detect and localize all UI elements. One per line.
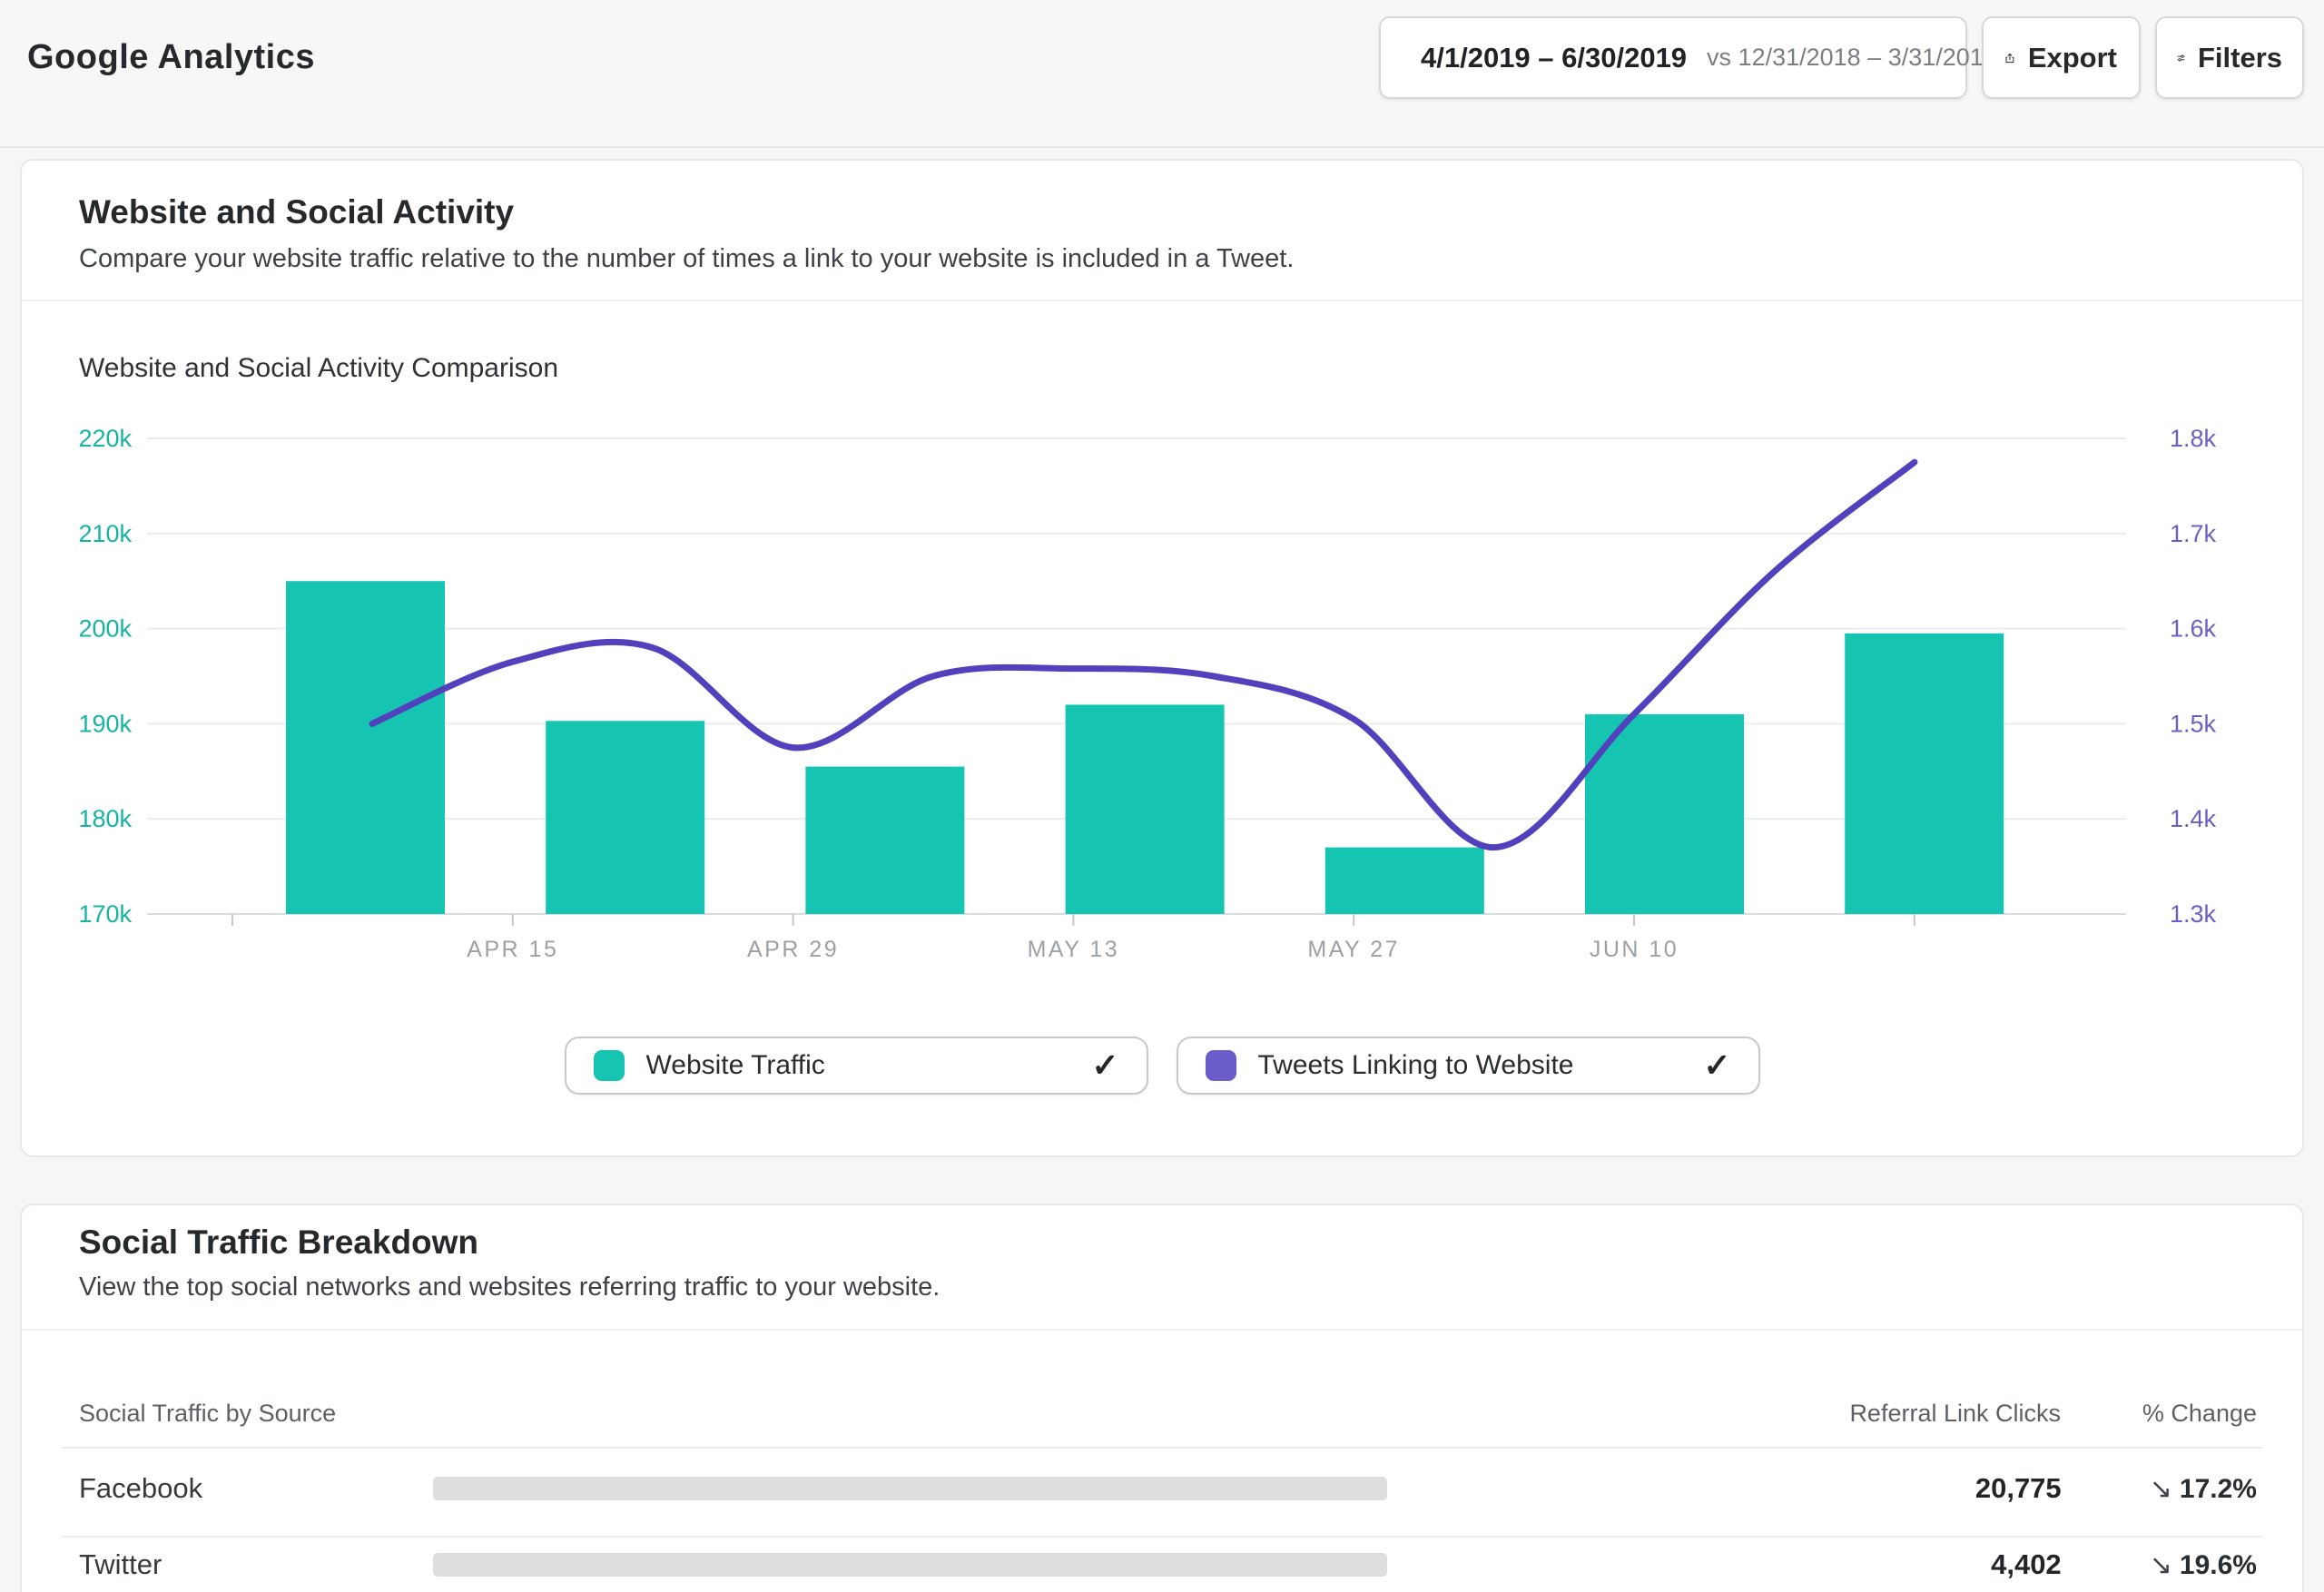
app-title: Google Analytics (27, 38, 315, 77)
table-header-row: Social Traffic by Source Referral Link C… (79, 1400, 2257, 1428)
social-card-title: Social Traffic Breakdown (79, 1223, 478, 1262)
export-label: Export (2028, 42, 2117, 74)
y-right-tick-label: 1.7k (2170, 520, 2217, 547)
trend-down-icon: ↘ (2150, 1474, 2172, 1504)
change-pct: 19.6% (2180, 1550, 2257, 1580)
bar-website-traffic[interactable] (1066, 704, 1225, 914)
export-icon (2005, 37, 2014, 79)
y-left-tick-label: 190k (78, 710, 132, 737)
chart-legend: Website Traffic ✓ Tweets Linking to Webs… (22, 1037, 2302, 1095)
bar-website-traffic[interactable] (1845, 634, 2004, 914)
source-label: Twitter (79, 1548, 433, 1581)
x-axis-label: APR 29 (747, 937, 839, 962)
bar-website-traffic[interactable] (1325, 848, 1484, 914)
x-axis-label: MAY 13 (1028, 937, 1120, 962)
combo-chart: 220k 1.8k 210k 1.7k 200k 1.6k 190k 1.5k 180k 1.4k… (2, 401, 2324, 1009)
x-axis-label: APR 15 (467, 937, 558, 962)
y-right-tick-label: 1.6k (2170, 615, 2217, 643)
checkmark-icon: ✓ (1091, 1047, 1118, 1085)
x-axis-label: MAY 27 (1307, 937, 1400, 962)
table-row-facebook[interactable]: Facebook 20,775 ↘ 17.2% (79, 1463, 2257, 1514)
date-range-button[interactable]: 4/1/2019 – 6/30/2019 vs 12/31/2018 – 3/3… (1379, 16, 1967, 99)
chart-title: Website and Social Activity Comparison (79, 353, 558, 384)
bar-website-traffic[interactable] (546, 721, 704, 914)
website-traffic-swatch-icon (594, 1050, 625, 1081)
facebook-progress-bar (433, 1477, 1387, 1500)
export-button[interactable]: Export (1982, 16, 2141, 99)
date-range-comparison: vs 12/31/2018 – 3/31/2019 (1707, 44, 1997, 72)
y-left-tick-label: 200k (78, 615, 132, 643)
y-right-tick-label: 1.5k (2170, 710, 2217, 737)
social-card-subtitle: View the top social networks and website… (79, 1273, 940, 1302)
trend-down-icon: ↘ (2150, 1550, 2172, 1580)
row-divider (62, 1536, 2262, 1538)
filters-button[interactable]: Filters (2155, 16, 2304, 99)
bar-website-traffic[interactable] (286, 581, 445, 914)
y-right-tick-label: 1.8k (2170, 425, 2217, 452)
clicks-value: 4,402 (1387, 1548, 2062, 1581)
col-header-clicks: Referral Link Clicks (1384, 1400, 2061, 1428)
y-left-tick-label: 170k (78, 900, 132, 928)
checkmark-icon: ✓ (1703, 1047, 1730, 1085)
y-left-tick-label: 210k (78, 520, 132, 547)
activity-card-title: Website and Social Activity (79, 193, 514, 231)
website-social-activity-card: Website and Social Activity Compare your… (20, 159, 2304, 1157)
tweets-swatch-icon (1206, 1050, 1236, 1081)
source-label: Facebook (79, 1472, 433, 1505)
date-range-primary: 4/1/2019 – 6/30/2019 (1421, 42, 1687, 74)
legend-label: Tweets Linking to Website (1258, 1050, 1574, 1081)
change-value: ↘ 19.6% (2062, 1549, 2257, 1581)
y-right-tick-label: 1.4k (2170, 805, 2217, 832)
table-header-divider (62, 1447, 2262, 1449)
activity-card-subtitle: Compare your website traffic relative to… (79, 244, 1294, 274)
legend-toggle-website-traffic[interactable]: Website Traffic ✓ (565, 1037, 1148, 1095)
clicks-value: 20,775 (1387, 1472, 2062, 1505)
app-header: Google Analytics 4/1/2019 – 6/30/2019 vs… (0, 0, 2324, 148)
bar-website-traffic[interactable] (805, 767, 964, 914)
section-divider (22, 300, 2302, 301)
col-header-source: Social Traffic by Source (79, 1400, 336, 1428)
section-divider (22, 1329, 2302, 1331)
col-header-change: % Change (2061, 1400, 2257, 1428)
social-traffic-card: Social Traffic Breakdown View the top so… (20, 1204, 2304, 1592)
y-right-tick-label: 1.3k (2170, 900, 2217, 928)
x-axis-label: JUN 10 (1590, 937, 1679, 962)
legend-label: Website Traffic (646, 1050, 825, 1081)
change-value: ↘ 17.2% (2062, 1473, 2257, 1505)
twitter-progress-bar (433, 1553, 1387, 1577)
table-row-twitter[interactable]: Twitter 4,402 ↘ 19.6% (79, 1539, 2257, 1590)
legend-toggle-tweets[interactable]: Tweets Linking to Website ✓ (1177, 1037, 1760, 1095)
change-pct: 17.2% (2180, 1474, 2257, 1504)
y-left-tick-label: 180k (78, 805, 132, 832)
y-left-tick-label: 220k (78, 425, 132, 452)
filters-icon (2177, 37, 2185, 79)
filters-label: Filters (2198, 42, 2282, 74)
